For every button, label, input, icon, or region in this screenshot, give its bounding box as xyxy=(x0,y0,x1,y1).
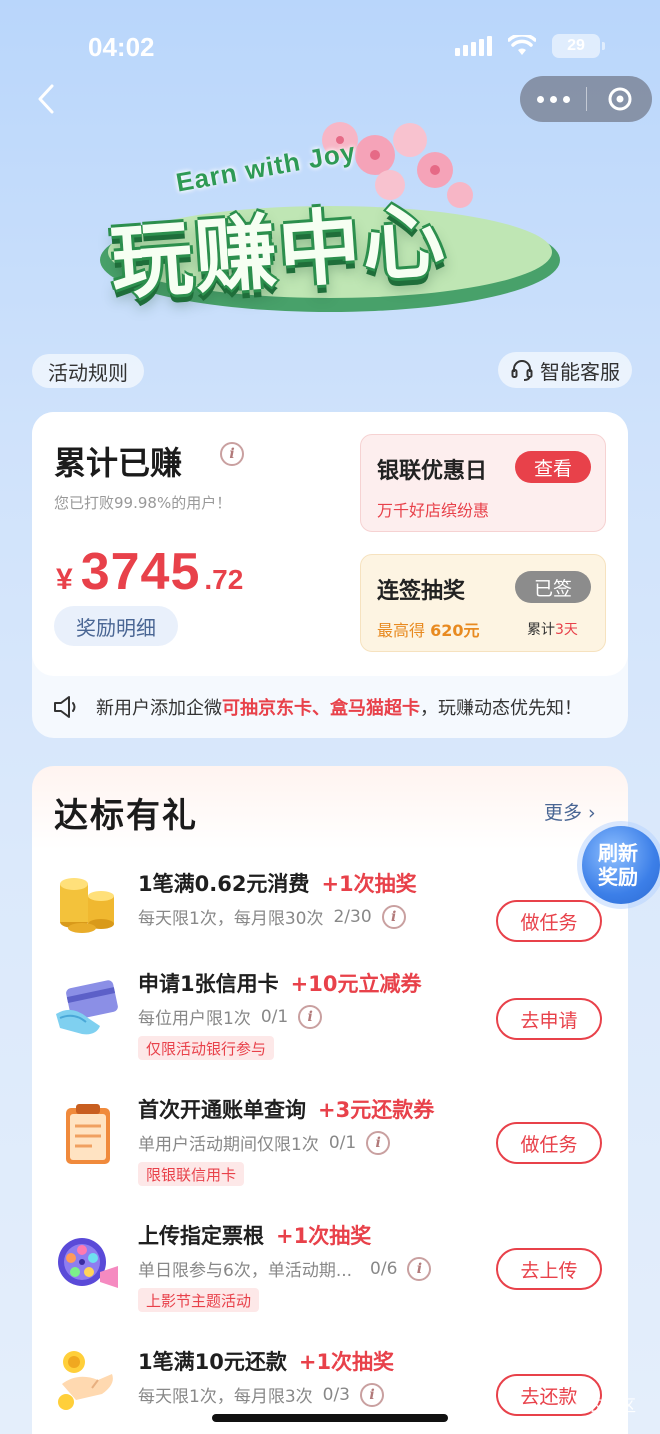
reward-details-button[interactable]: 奖励明细 xyxy=(54,606,178,646)
task-tag: 上影节主题活动 xyxy=(138,1288,260,1312)
total-earnings-amount: ¥ 3745 .72 xyxy=(56,542,243,602)
customer-service-label: 智能客服 xyxy=(540,359,620,384)
hero-title: 玩赚中心 xyxy=(107,193,450,312)
clipboard-icon xyxy=(66,1104,110,1164)
film-reel-icon xyxy=(58,1238,118,1288)
earnings-summary: 累计已赚 i 您已打败99.98%的用户！ ¥ 3745 .72 奖励明细 银联… xyxy=(32,412,628,676)
beat-percentage-text: 您已打败99.98%的用户！ xyxy=(54,494,232,512)
info-icon[interactable]: i xyxy=(407,1256,432,1281)
back-arrow-icon[interactable] xyxy=(30,82,64,116)
apply-button[interactable]: 去申请 xyxy=(496,998,602,1040)
earnings-title: 累计已赚 xyxy=(54,444,183,482)
task-limit: 每天限1次，每月限30次 2/30 i xyxy=(138,904,406,929)
amount-decimal: .72 xyxy=(204,564,244,595)
info-icon[interactable]: i xyxy=(360,1382,384,1407)
watermark: 卡农社区 xyxy=(572,1396,637,1415)
notice-text: 新用户添加企微可抽京东卡、盒马猫超卡，玩赚动态优先知！ xyxy=(96,698,582,719)
status-icons: 29 xyxy=(455,34,605,58)
info-icon[interactable]: i xyxy=(381,904,406,929)
task-tag: 限银联信用卡 xyxy=(138,1162,245,1186)
do-task-button[interactable]: 做任务 xyxy=(496,1122,602,1164)
battery-icon: 29 xyxy=(552,34,605,58)
task-limit: 每天限1次，每月限3次 0/3 i xyxy=(138,1382,384,1407)
unionpay-title: 银联优惠日 xyxy=(377,459,488,484)
task-limit: 单用户活动期间仅限1次 0/1 i xyxy=(138,1130,391,1155)
task-name: 首次开通账单查询 +3元还款券 xyxy=(138,1098,435,1122)
task-limit: 每位用户限1次 0/1 i xyxy=(138,1004,323,1029)
unionpay-day-box[interactable]: 银联优惠日 查看 万千好店缤纷惠 xyxy=(360,434,606,532)
do-task-button[interactable]: 做任务 xyxy=(496,900,602,942)
coin-stack-icon xyxy=(60,878,114,933)
close-button[interactable] xyxy=(587,76,652,122)
task-name: 1笔满0.62元消费 +1次抽奖 xyxy=(138,872,417,896)
sign-in-lottery-box[interactable]: 连签抽奖 已签 最高得 620元 累计3天 xyxy=(360,554,606,652)
notice-bar[interactable]: 新用户添加企微可抽京东卡、盒马猫超卡，玩赚动态优先知！ xyxy=(32,676,628,738)
task-item: 上传指定票根 +1次抽奖 单日限参与6次，单活动期... 0/6 i 上影节主题活动 … xyxy=(32,1208,628,1328)
coin-hand-icon xyxy=(58,1351,113,1410)
task-item: 首次开通账单查询 +3元还款券 单用户活动期间仅限1次 0/1 i 限银联信用卡 做任… xyxy=(32,1082,628,1202)
task-name: 申请1张信用卡 +10元立减券 xyxy=(138,972,422,996)
lottery-max-reward: 最高得 620元 xyxy=(377,621,480,640)
status-time: 04:02 xyxy=(88,32,155,62)
signed-button[interactable]: 已签 xyxy=(515,571,591,603)
refresh-rewards-label: 刷新奖励 xyxy=(598,841,638,889)
headset-icon xyxy=(511,360,533,381)
credit-card-icon xyxy=(56,980,118,1035)
speaker-icon xyxy=(54,696,76,718)
wifi-icon xyxy=(508,35,536,55)
currency-symbol: ¥ xyxy=(56,563,73,596)
lottery-title: 连签抽奖 xyxy=(377,579,466,604)
amount-integer: 3745 xyxy=(80,543,201,601)
home-indicator[interactable] xyxy=(212,1414,448,1422)
refresh-rewards-button[interactable]: 刷新奖励 xyxy=(582,826,660,904)
rules-button[interactable]: 活动规则 xyxy=(32,354,144,388)
view-button[interactable]: 查看 xyxy=(515,451,591,483)
lottery-consecutive-days: 累计3天 xyxy=(527,622,578,638)
unionpay-subtitle: 万千好店缤纷惠 xyxy=(377,501,490,520)
task-limit: 单日限参与6次，单活动期... 0/6 i xyxy=(138,1256,432,1281)
task-tag: 仅限活动银行参与 xyxy=(138,1036,275,1060)
tasks-title: 达标有礼 xyxy=(54,796,198,836)
close-circle-icon xyxy=(608,87,631,111)
info-icon[interactable]: i xyxy=(366,1130,391,1155)
earnings-card: 累计已赚 i 您已打败99.98%的用户！ ¥ 3745 .72 奖励明细 银联… xyxy=(32,412,628,738)
info-icon[interactable]: i xyxy=(220,442,244,466)
info-icon[interactable]: i xyxy=(298,1004,323,1029)
more-link[interactable]: 更多 › xyxy=(544,798,596,825)
tasks-card: 达标有礼 更多 › 1笔满0.62元消费 +1次抽奖 每天限1次，每月限30次 2/… xyxy=(32,766,628,1434)
task-name: 上传指定票根 +1次抽奖 xyxy=(138,1224,372,1248)
upload-button[interactable]: 去上传 xyxy=(496,1248,602,1290)
customer-service-button[interactable]: 智能客服 xyxy=(498,352,632,388)
task-item: 申请1张信用卡 +10元立减券 每位用户限1次 0/1 i 仅限活动银行参与 去申请 xyxy=(32,956,628,1076)
signal-icon xyxy=(455,36,492,56)
task-name: 1笔满10元还款 +1次抽奖 xyxy=(138,1350,395,1374)
